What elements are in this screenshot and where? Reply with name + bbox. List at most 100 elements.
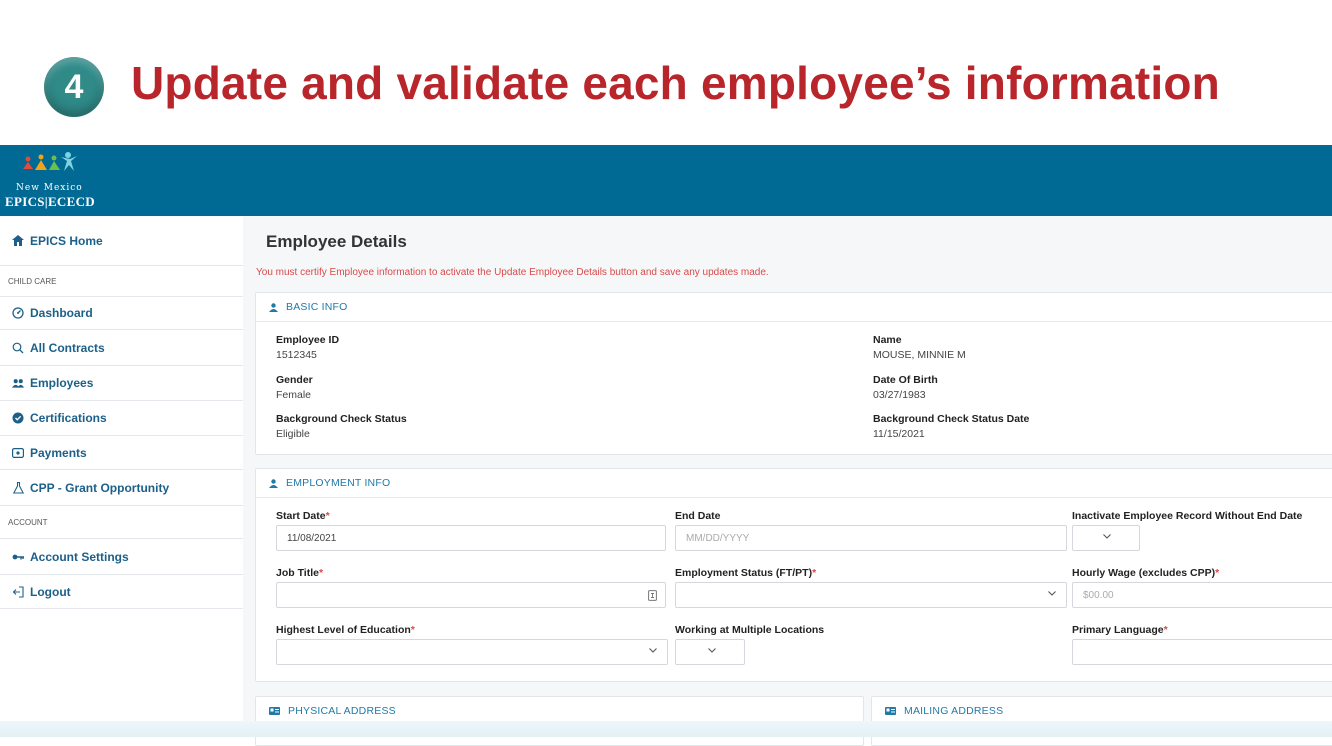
sidebar-item-certifications[interactable]: Certifications [0, 401, 243, 436]
certificate-icon [12, 412, 24, 424]
slide-footer-band [0, 721, 1332, 737]
employee-id-value: 1512345 [276, 349, 317, 361]
sidebar-item-label: Certifications [30, 411, 107, 425]
sidebar-item-employees[interactable]: Employees [0, 366, 243, 401]
main-content: Employee Details You must certify Employ… [243, 216, 1332, 746]
certify-warning: You must certify Employee information to… [256, 267, 769, 278]
end-date-label: End Date [675, 510, 721, 522]
start-date-label: Start Date* [276, 510, 330, 522]
hourly-wage-label-text: Hourly Wage (excludes CPP) [1072, 567, 1216, 579]
chevron-down-icon [1048, 591, 1056, 596]
hourly-wage-label: Hourly Wage (excludes CPP)* [1072, 567, 1219, 579]
chevron-down-icon [649, 648, 657, 653]
page-title: Employee Details [266, 232, 407, 251]
employee-id-field: Employee ID 1512345 [276, 334, 339, 361]
employment-status-label-text: Employment Status (FT/PT) [675, 567, 813, 579]
sidebar-item-label: EPICS Home [30, 233, 103, 248]
sidebar-item-label: Dashboard [30, 306, 93, 320]
job-title-label: Job Title* [276, 567, 323, 579]
required-mark: * [1163, 624, 1168, 636]
required-mark: * [410, 624, 415, 636]
sidebar-section-account: ACCOUNT [0, 506, 243, 539]
dashboard-icon [12, 307, 24, 319]
key-icon [12, 551, 24, 563]
education-select[interactable] [276, 639, 668, 665]
sidebar-item-dashboard[interactable]: Dashboard [0, 297, 243, 330]
dob-value: 03/27/1983 [873, 389, 926, 401]
gender-field: Gender Female [276, 374, 313, 401]
primary-language-input[interactable] [1072, 639, 1332, 665]
app-header: New Mexico EPICS|ECECD [0, 145, 1332, 216]
employment-status-label: Employment Status (FT/PT)* [675, 567, 816, 579]
background-date-field: Background Check Status Date 11/15/2021 [873, 413, 1029, 440]
sidebar-item-logout[interactable]: Logout [0, 575, 243, 609]
required-mark: * [1215, 567, 1220, 579]
sidebar-item-payments[interactable]: Payments [0, 436, 243, 470]
start-date-label-text: Start Date [276, 510, 326, 522]
job-title-input[interactable] [276, 582, 666, 608]
instruction-banner: 4 Update and validate each employee’s in… [0, 0, 1332, 145]
sidebar-item-epics-home[interactable]: EPICS Home [0, 216, 243, 266]
chevron-down-icon [708, 648, 716, 653]
mailing-address-title: MAILING ADDRESS [904, 705, 1004, 717]
search-icon [12, 342, 24, 354]
background-date-value: 11/15/2021 [873, 428, 925, 440]
inactivate-record-label: Inactivate Employee Record Without End D… [1072, 510, 1303, 522]
logo-figures-icon [23, 152, 77, 171]
primary-language-label: Primary Language* [1072, 624, 1168, 636]
epics-logo[interactable]: New Mexico EPICS|ECECD [5, 151, 105, 211]
autofill-icon [648, 590, 657, 601]
sidebar-item-label: CPP - Grant Opportunity [30, 480, 170, 495]
education-label: Highest Level of Education* [276, 624, 415, 636]
address-card-icon [269, 707, 280, 715]
dob-field: Date Of Birth 03/27/1983 [873, 374, 938, 401]
sidebar-item-all-contracts[interactable]: All Contracts [0, 330, 243, 366]
education-label-text: Highest Level of Education [276, 624, 411, 636]
employee-id-label: Employee ID [276, 334, 340, 346]
gender-value: Female [276, 389, 312, 401]
background-status-field: Background Check Status Eligible [276, 413, 407, 440]
payments-icon [12, 447, 24, 459]
logo-subtitle: New Mexico [16, 183, 83, 193]
sidebar: EPICS Home CHILD CARE Dashboard All Cont… [0, 216, 244, 737]
physical-address-title: PHYSICAL ADDRESS [288, 705, 396, 717]
step-number-badge: 4 [44, 57, 104, 117]
sidebar-item-label: Employees [30, 376, 94, 390]
name-label: Name [873, 334, 902, 346]
basic-info-title: BASIC INFO [286, 301, 348, 313]
end-date-input[interactable]: MM/DD/YYYY [675, 525, 1067, 551]
background-status-label: Background Check Status [276, 413, 407, 425]
employment-info-header: EMPLOYMENT INFO [256, 469, 1332, 498]
sidebar-item-account-settings[interactable]: Account Settings [0, 539, 243, 575]
sidebar-section-child-care: CHILD CARE [0, 266, 243, 297]
required-mark: * [325, 510, 330, 522]
start-date-input[interactable]: 11/08/2021 [276, 525, 666, 551]
required-mark: * [812, 567, 817, 579]
name-value: MOUSE, MINNIE M [873, 349, 966, 361]
employment-info-title: EMPLOYMENT INFO [286, 477, 391, 489]
hourly-wage-input[interactable]: $00.00 [1072, 582, 1332, 608]
logout-icon [12, 585, 24, 598]
inactivate-record-select[interactable] [1072, 525, 1140, 551]
address-card-icon [885, 707, 896, 715]
sidebar-item-cpp-grant[interactable]: CPP - Grant Opportunity [0, 470, 243, 506]
sidebar-item-label: Payments [30, 445, 87, 460]
required-mark: * [318, 567, 324, 579]
person-icon [269, 302, 278, 312]
background-date-label: Background Check Status Date [873, 413, 1030, 425]
job-title-label-text: Job Title [276, 567, 319, 579]
logo-title: EPICS|ECECD [5, 194, 95, 209]
multiple-locations-select[interactable] [675, 639, 745, 665]
multiple-locations-label: Working at Multiple Locations [675, 624, 825, 636]
sidebar-item-label: All Contracts [30, 340, 105, 355]
primary-language-label-text: Primary Language [1072, 624, 1164, 636]
employment-status-select[interactable] [675, 582, 1067, 608]
dob-label: Date Of Birth [873, 374, 938, 386]
basic-info-header: BASIC INFO [256, 293, 1332, 322]
name-field: Name MOUSE, MINNIE M [873, 334, 966, 361]
employment-info-card: EMPLOYMENT INFO Start Date* 11/08/2021 E… [255, 468, 1332, 682]
flask-icon [12, 481, 24, 494]
people-icon [12, 377, 24, 389]
basic-info-card: BASIC INFO Employee ID 1512345 Name MOUS… [255, 292, 1332, 455]
sidebar-item-label: Account Settings [30, 549, 129, 564]
